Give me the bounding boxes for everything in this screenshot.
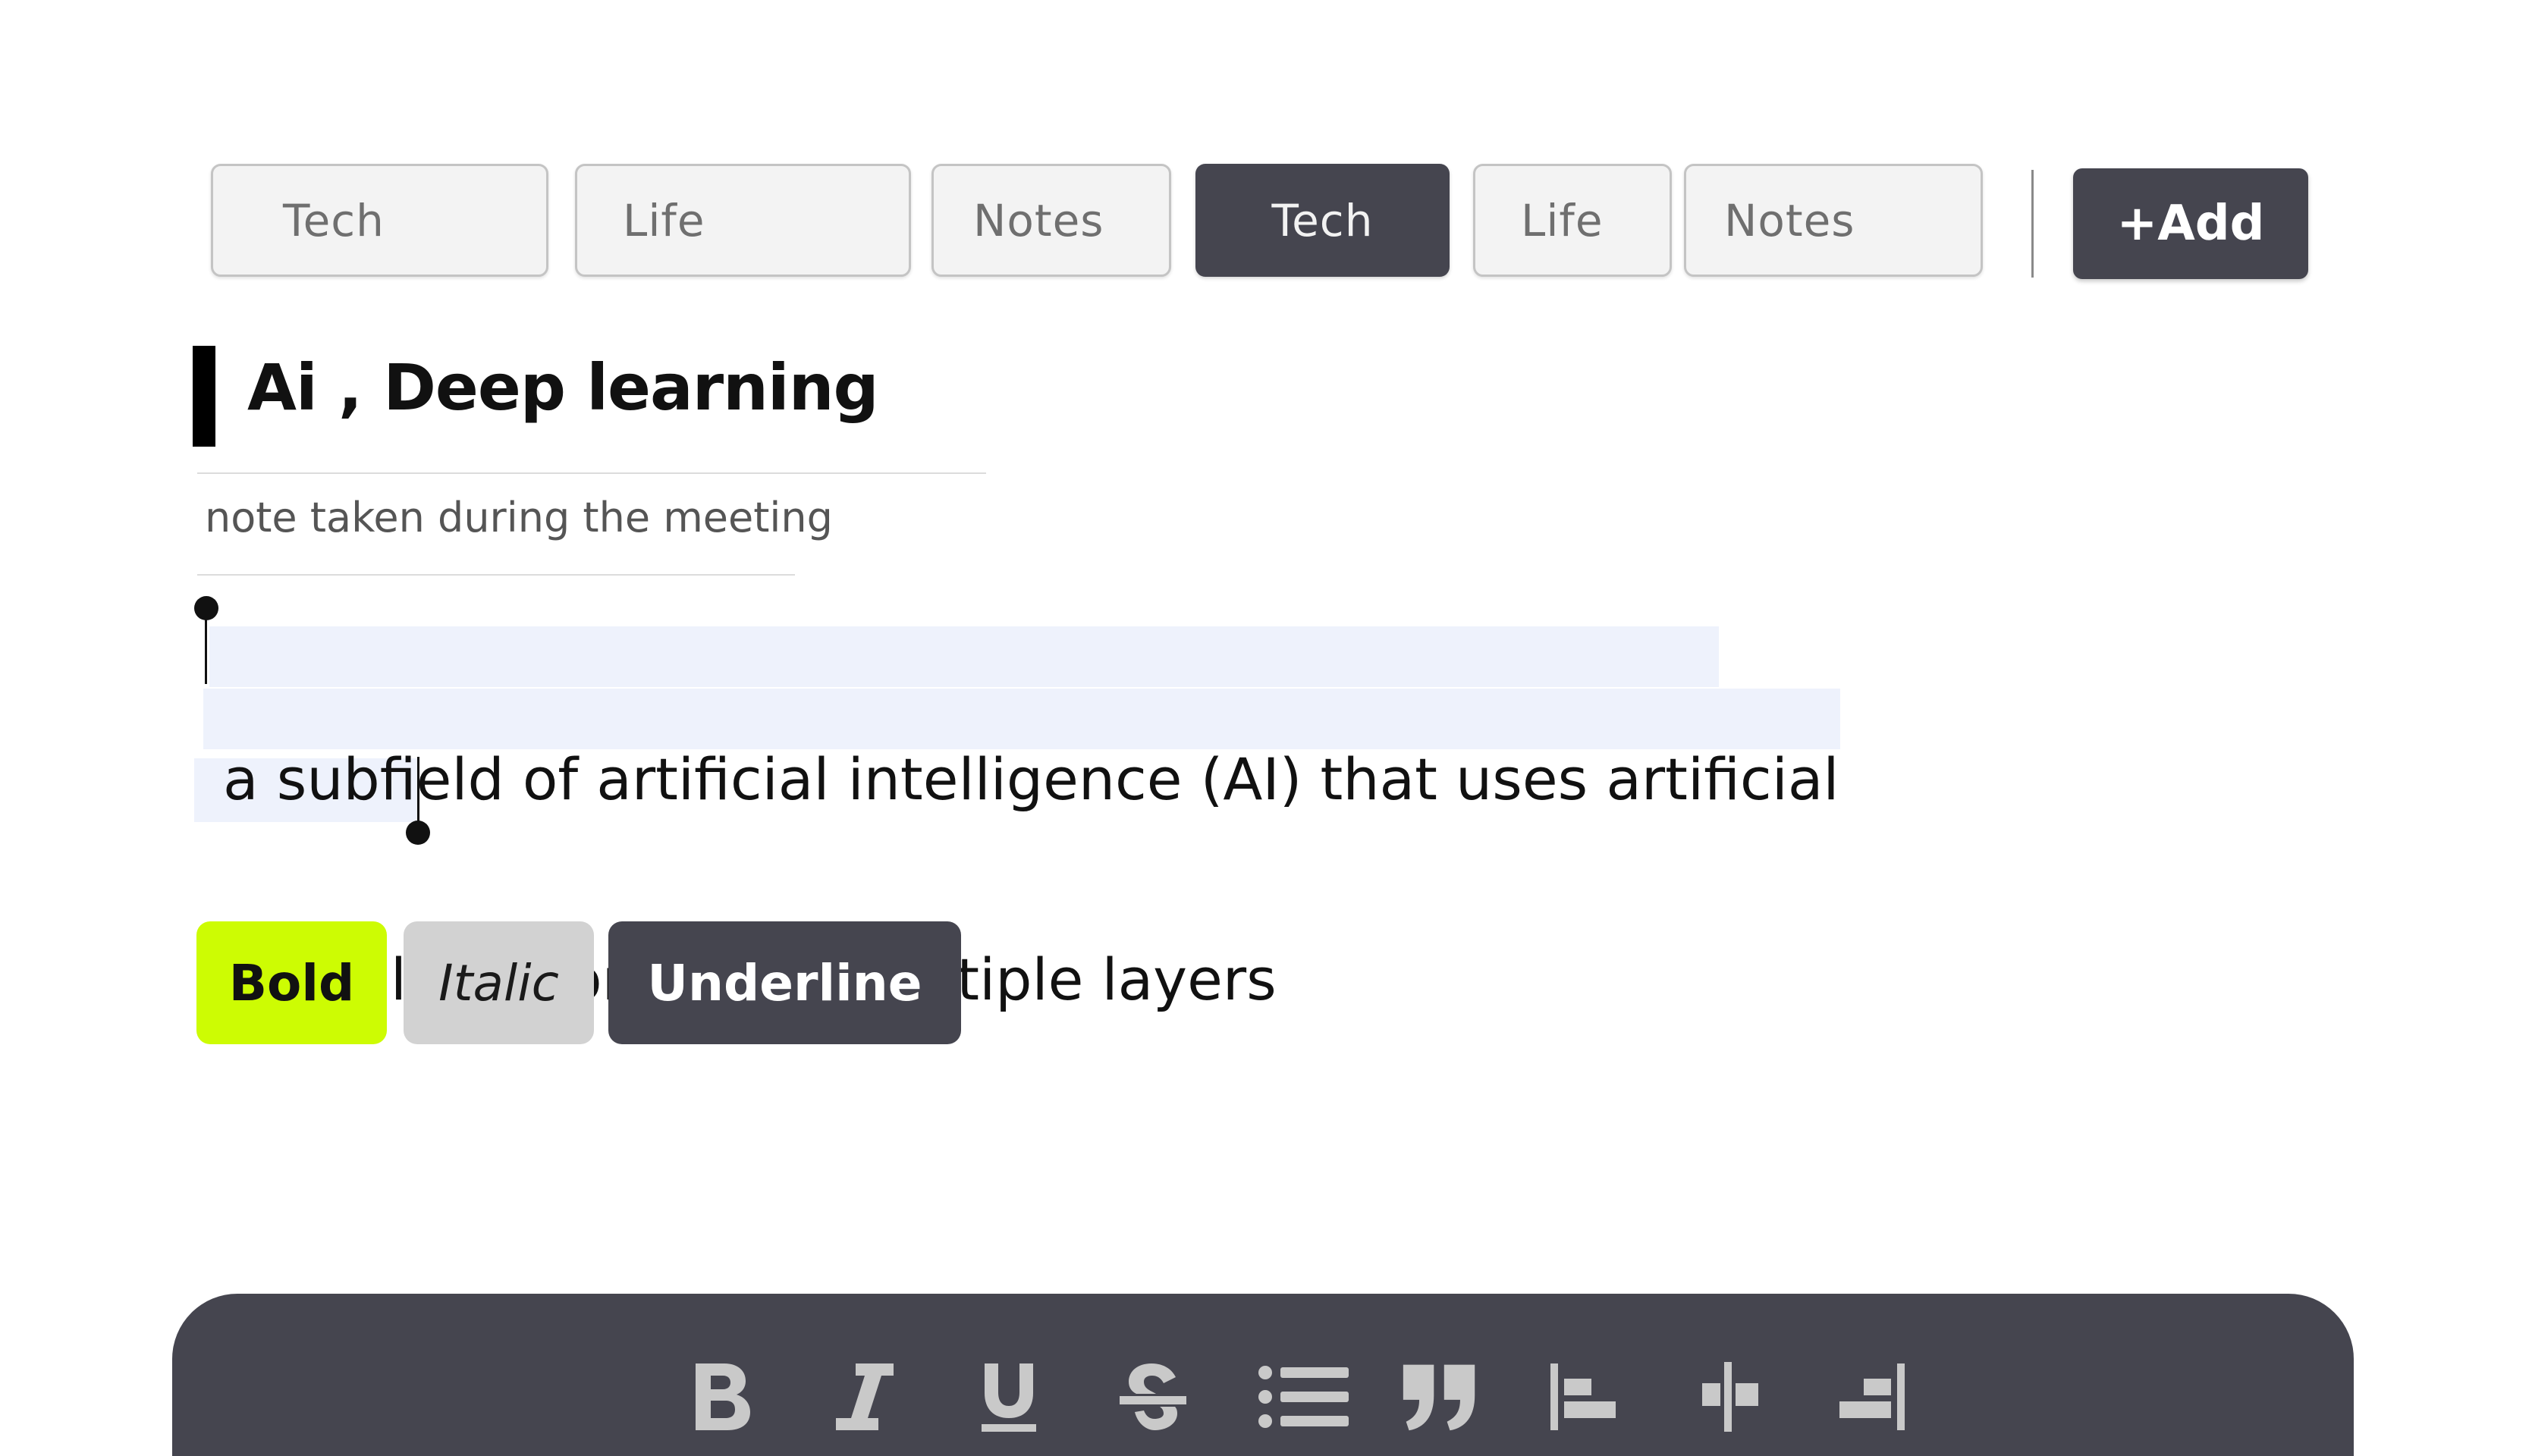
note-title[interactable]: Ai , Deep learning [247, 350, 879, 425]
tag-label: Life [1521, 194, 1604, 246]
tag-label: Life [623, 194, 705, 246]
selection-end-caret [417, 757, 419, 828]
italic-icon[interactable] [825, 1357, 904, 1436]
bold-button-label: Bold [228, 953, 355, 1012]
tag-tech-active[interactable]: Tech [1195, 164, 1450, 277]
underline-icon[interactable] [969, 1357, 1048, 1436]
selection-end-handle[interactable] [406, 821, 430, 845]
tag-tech[interactable]: Tech [211, 164, 548, 277]
strikethrough-icon[interactable] [1114, 1357, 1192, 1436]
title-accent-bar [193, 346, 215, 447]
note-subtitle[interactable]: note taken during the meeting [205, 494, 833, 541]
selection-start-caret [205, 611, 207, 684]
tag-label: Tech [283, 194, 385, 246]
tag-life[interactable]: Life [575, 164, 911, 277]
tag-label: Tech [1271, 194, 1374, 246]
bullet-list-icon[interactable] [1257, 1357, 1351, 1436]
tag-notes[interactable]: Notes [1684, 164, 1983, 277]
bold-button[interactable]: Bold [196, 921, 387, 1044]
tag-notes[interactable]: Notes [931, 164, 1171, 277]
align-left-icon[interactable] [1544, 1357, 1623, 1436]
underline-button-label: Underline [647, 953, 922, 1012]
bold-icon[interactable] [682, 1357, 761, 1436]
quote-icon[interactable] [1400, 1357, 1479, 1436]
italic-button-label: Italic [438, 953, 559, 1012]
body-line: a subfield of artificial intelligence (A… [223, 745, 1839, 813]
underline-button[interactable]: Underline [608, 921, 961, 1044]
tag-label: Notes [1724, 194, 1855, 246]
divider [197, 472, 986, 474]
align-right-icon[interactable] [1832, 1357, 1911, 1436]
align-center-icon[interactable] [1689, 1357, 1767, 1436]
tag-label: Notes [973, 194, 1104, 246]
tag-life[interactable]: Life [1473, 164, 1672, 277]
add-tag-label: +Add [2116, 196, 2265, 252]
divider [197, 574, 795, 576]
italic-button[interactable]: Italic [404, 921, 594, 1044]
add-tag-button[interactable]: +Add [2073, 168, 2308, 279]
tag-divider [2031, 170, 2034, 278]
